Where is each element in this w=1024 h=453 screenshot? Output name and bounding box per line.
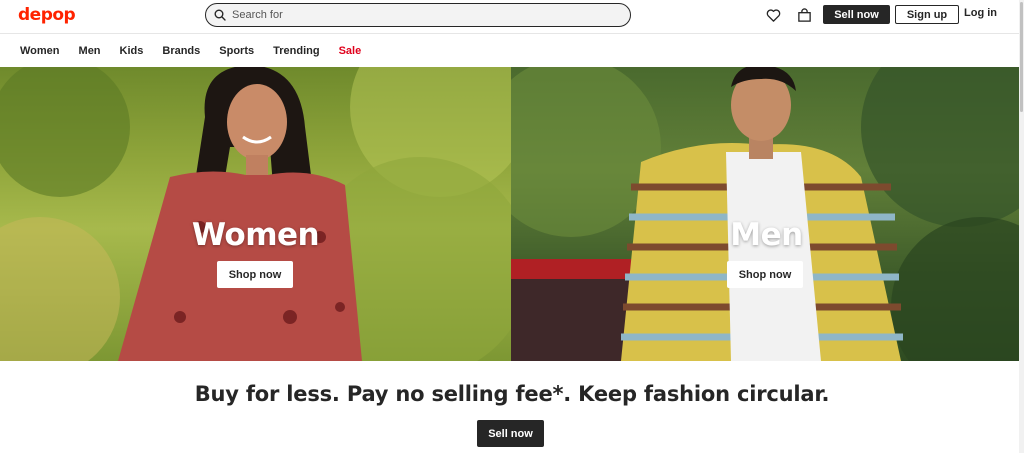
nav-item-kids[interactable]: Kids xyxy=(120,45,144,57)
shop-men-button[interactable]: Shop now xyxy=(727,261,803,288)
log-in-link[interactable]: Log in xyxy=(964,7,997,19)
nav-item-sale[interactable]: Sale xyxy=(339,45,362,57)
scrollbar-thumb[interactable] xyxy=(1020,2,1023,112)
nav-item-brands[interactable]: Brands xyxy=(162,45,200,57)
nav-item-trending[interactable]: Trending xyxy=(273,45,319,57)
heart-icon[interactable] xyxy=(765,7,781,23)
hero-women[interactable]: Women Shop now xyxy=(0,67,511,361)
nav-item-men[interactable]: Men xyxy=(79,45,101,57)
search-icon xyxy=(214,9,226,21)
site-header: depop Sell now Sign up Log in xyxy=(0,0,1024,34)
hero-women-photo xyxy=(0,67,511,361)
search-bar[interactable] xyxy=(205,3,631,27)
nav-item-women[interactable]: Women xyxy=(20,45,60,57)
shop-women-button[interactable]: Shop now xyxy=(217,261,293,288)
category-nav: Women Men Kids Brands Sports Trending Sa… xyxy=(0,35,1024,66)
hero-women-title: Women xyxy=(191,217,320,253)
sign-up-button[interactable]: Sign up xyxy=(895,5,959,24)
page-scrollbar[interactable] xyxy=(1019,0,1024,453)
sell-now-button[interactable]: Sell now xyxy=(823,5,890,24)
sell-now-cta-button[interactable]: Sell now xyxy=(477,420,544,447)
hero-men[interactable]: Men Shop now xyxy=(511,67,1022,361)
nav-item-sports[interactable]: Sports xyxy=(219,45,254,57)
tagline-heading: Buy for less. Pay no selling fee*. Keep … xyxy=(194,382,830,406)
search-input[interactable] xyxy=(232,9,612,21)
shopping-bag-icon[interactable] xyxy=(796,7,812,23)
hero-men-title: Men xyxy=(730,217,803,253)
hero-men-photo xyxy=(511,67,1022,361)
depop-logo[interactable]: depop xyxy=(18,5,76,25)
